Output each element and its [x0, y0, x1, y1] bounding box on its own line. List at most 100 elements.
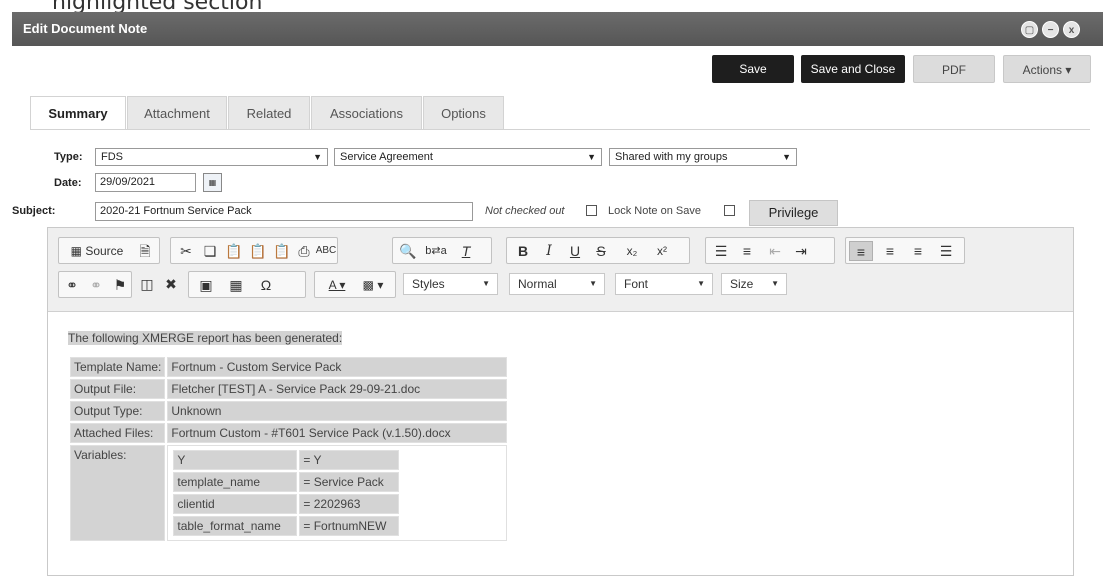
privilege-button[interactable]: Privilege — [749, 200, 838, 226]
minimize-icon[interactable]: − — [1042, 21, 1059, 38]
category-select[interactable]: Service Agreement ▼ — [334, 148, 602, 166]
link-icon[interactable]: ⚭ — [61, 275, 83, 295]
format-dropdown[interactable]: Normal ▼ — [509, 273, 605, 295]
variable-value: = Y — [299, 450, 400, 470]
save-button[interactable]: Save — [712, 55, 794, 83]
chevron-down-icon: ▼ — [587, 152, 596, 162]
template-icon[interactable]: ◫ — [136, 274, 158, 294]
paste-word-icon[interactable]: 📋 — [271, 241, 293, 261]
tab-attachment[interactable]: Attachment — [127, 96, 227, 130]
cut-icon[interactable]: ✂ — [175, 241, 197, 261]
sharing-select[interactable]: Shared with my groups ▼ — [609, 148, 797, 166]
size-dropdown[interactable]: Size ▼ — [721, 273, 787, 295]
underline-icon[interactable]: U — [565, 241, 585, 261]
toolbar-group-format-combos: Styles ▼ Normal ▼ Font ▼ Size ▼ — [403, 271, 815, 298]
align-center-icon[interactable]: ≡ — [878, 241, 902, 261]
report-table: Template Name: Fortnum - Custom Service … — [68, 355, 509, 543]
report-title: The following XMERGE report has been gen… — [68, 331, 343, 345]
variable-name: Y — [173, 450, 298, 470]
subscript-icon[interactable]: x₂ — [619, 241, 645, 261]
variable-name: clientid — [173, 494, 298, 514]
numbered-list-icon[interactable]: ☰ — [710, 241, 732, 261]
row-label: Template Name: — [70, 357, 166, 377]
paste-icon[interactable]: 📋 — [223, 241, 245, 261]
toolbar-group-align: ≡ ≡ ≡ ☰ — [845, 237, 965, 264]
superscript-icon[interactable]: x² — [649, 241, 675, 261]
align-right-icon[interactable]: ≡ — [906, 241, 930, 261]
align-left-icon[interactable]: ≡ — [849, 241, 873, 261]
table-row: clientid = 2202963 — [173, 494, 400, 514]
text-color-icon[interactable]: A ▾ — [321, 275, 353, 295]
outdent-icon[interactable]: ⇤ — [764, 241, 786, 261]
table-row: Output File: Fletcher [TEST] A - Service… — [70, 379, 508, 399]
row-value: Unknown — [167, 401, 508, 421]
date-label: Date: — [54, 177, 82, 189]
variables-table: Y = Y template_name = Service Pack clien… — [171, 448, 401, 538]
window-titlebar: Edit Document Note ▢ − x — [12, 12, 1103, 46]
toolbar-group-links: ⚭ ⚭ ⚑ — [58, 271, 132, 298]
variable-value: = 2202963 — [299, 494, 400, 514]
row-label: Attached Files: — [70, 423, 166, 443]
find-icon[interactable]: 🔍 — [397, 241, 419, 261]
save-and-close-button[interactable]: Save and Close — [801, 55, 905, 83]
xmerge-icon[interactable]: ✖ — [160, 274, 182, 294]
italic-icon[interactable]: I — [539, 241, 559, 261]
image-icon[interactable]: ▣ — [193, 275, 219, 295]
chevron-down-icon: ▼ — [697, 279, 705, 288]
tab-related[interactable]: Related — [228, 96, 310, 130]
actions-dropdown[interactable]: Actions ▾ — [1003, 55, 1091, 83]
variable-value: = Service Pack — [299, 472, 400, 492]
chevron-down-icon: ▼ — [313, 152, 322, 162]
table-row: table_format_name = FortnumNEW — [173, 516, 400, 536]
checkout-checkbox[interactable] — [586, 205, 597, 216]
copy-icon[interactable]: ❏ — [199, 241, 221, 261]
variables-cell: Y = Y template_name = Service Pack clien… — [167, 445, 508, 541]
anchor-flag-icon[interactable]: ⚑ — [109, 275, 131, 295]
date-input[interactable]: 29/09/2021 — [95, 173, 196, 192]
variable-name: template_name — [173, 472, 298, 492]
tab-summary[interactable]: Summary — [30, 96, 126, 130]
lock-note-label: Lock Note on Save — [608, 205, 701, 217]
lock-note-checkbox[interactable] — [724, 205, 735, 216]
bulleted-list-icon[interactable]: ≡ — [736, 241, 758, 261]
table-row: template_name = Service Pack — [173, 472, 400, 492]
pdf-button[interactable]: PDF — [913, 55, 995, 83]
styles-dropdown[interactable]: Styles ▼ — [403, 273, 498, 295]
new-page-icon[interactable]: 🗎 — [135, 241, 155, 261]
tab-divider — [30, 129, 1090, 130]
window-title: Edit Document Note — [23, 21, 148, 36]
table-row: Y = Y — [173, 450, 400, 470]
type-select[interactable]: FDS ▼ — [95, 148, 328, 166]
font-dropdown[interactable]: Font ▼ — [615, 273, 713, 295]
toolbar-group-lists: ☰ ≡ ⇤ ⇥ — [705, 237, 835, 264]
print-icon[interactable]: ⎙ — [293, 241, 315, 261]
tab-associations[interactable]: Associations — [311, 96, 422, 130]
row-value: Fortnum Custom - #T601 Service Pack (v.1… — [167, 423, 508, 443]
rich-text-editor: ▦ Source 🗎 ✂ ❏ 📋 📋 📋 ⎙ ABC 🔍 b⇄a T B I U… — [47, 227, 1074, 576]
replace-icon[interactable]: b⇄a — [423, 241, 449, 261]
subject-input[interactable]: 2020-21 Fortnum Service Pack — [95, 202, 473, 221]
restore-icon[interactable]: ▢ — [1021, 21, 1038, 38]
row-label: Variables: — [70, 445, 166, 541]
table-row: Variables: Y = Y template_name = Service… — [70, 445, 508, 541]
source-button[interactable]: ▦ Source — [65, 241, 129, 261]
bold-icon[interactable]: B — [513, 241, 533, 261]
strikethrough-icon[interactable]: S — [591, 241, 611, 261]
unlink-icon[interactable]: ⚭ — [85, 275, 107, 295]
bg-color-icon[interactable]: ▩ ▾ — [357, 275, 389, 295]
indent-icon[interactable]: ⇥ — [790, 241, 812, 261]
row-value: Fletcher [TEST] A - Service Pack 29-09-2… — [167, 379, 508, 399]
type-label: Type: — [54, 151, 83, 163]
align-justify-icon[interactable]: ☰ — [934, 241, 958, 261]
calendar-icon[interactable]: ▦ — [203, 173, 222, 192]
table-icon[interactable]: ▦ — [223, 275, 249, 295]
editor-content[interactable]: The following XMERGE report has been gen… — [48, 313, 1073, 575]
paste-text-icon[interactable]: 📋 — [247, 241, 269, 261]
remove-format-icon[interactable]: T — [455, 241, 477, 261]
tab-options[interactable]: Options — [423, 96, 504, 130]
spellcheck-icon[interactable]: ABC — [315, 241, 337, 261]
special-char-icon[interactable]: Ω — [253, 275, 279, 295]
variable-value: = FortnumNEW — [299, 516, 400, 536]
checkout-status: Not checked out — [485, 205, 565, 217]
close-icon[interactable]: x — [1063, 21, 1080, 38]
